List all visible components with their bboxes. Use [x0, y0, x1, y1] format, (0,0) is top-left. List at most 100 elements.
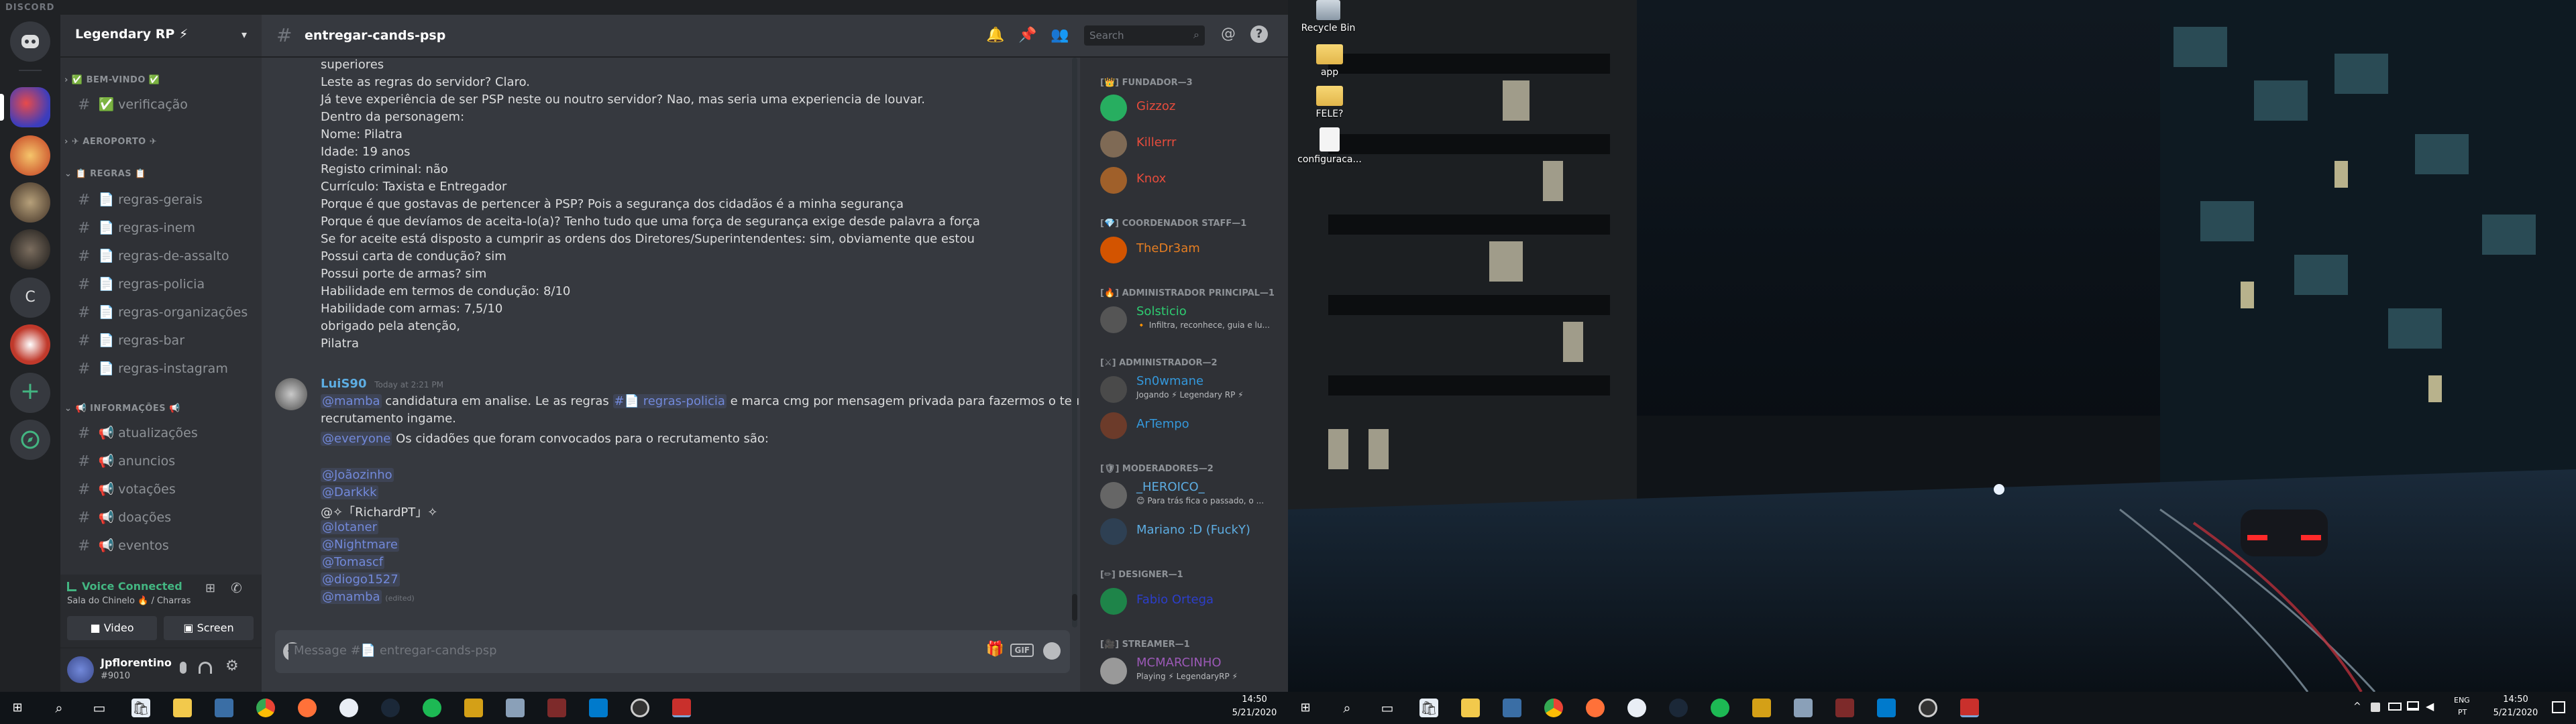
app-icon[interactable] [1752, 699, 1771, 717]
power-icon[interactable] [2388, 703, 2402, 711]
store-icon[interactable]: 🛍 [1419, 699, 1438, 717]
spotify-icon[interactable] [1711, 699, 1729, 717]
language-primary[interactable]: ENG [2454, 696, 2470, 705]
guild-c[interactable]: C [10, 278, 50, 318]
discord-icon[interactable] [1960, 699, 1979, 717]
obs-icon[interactable] [631, 699, 649, 717]
user-mention[interactable]: @mamba [321, 394, 382, 408]
app-folder-icon[interactable]: app [1289, 44, 1370, 78]
clock-time[interactable]: 14:50 [1228, 695, 1281, 705]
explorer-icon[interactable] [1461, 699, 1480, 717]
firefox-icon[interactable] [1586, 699, 1605, 717]
steam-icon[interactable] [1669, 699, 1688, 717]
bell-icon[interactable]: 🔔 [986, 27, 1004, 44]
user-mention[interactable]: @Darkkk [321, 485, 378, 499]
file-icon[interactable]: configuraca... [1289, 127, 1370, 165]
channel-regras-bar[interactable]: # 📄 regras-bar [71, 328, 256, 353]
member-item[interactable]: Solsticio 🔸 Infiltra, reconhece, guia e l… [1100, 303, 1281, 337]
clock-date[interactable]: 5/21/2020 [1228, 708, 1281, 718]
channel-eventos[interactable]: # 📢 eventos [71, 534, 256, 558]
channel-votacoes[interactable]: # 📢 votações [71, 477, 256, 501]
category-regras[interactable]: ⌄ 📋 REGRAS 📋 [64, 169, 146, 179]
guild-4[interactable] [10, 229, 50, 269]
tray-chevron-icon[interactable]: ^ [2353, 701, 2361, 712]
task-view-icon[interactable]: ▭ [90, 699, 109, 717]
guild-legendary-rp[interactable] [10, 87, 50, 127]
member-item[interactable]: Fabio Ortega [1100, 585, 1281, 618]
member-item[interactable]: MCMARCINHO Playing ⚡ LegendaryRP ⚡ [1100, 654, 1281, 688]
app-icon[interactable] [339, 699, 358, 717]
member-item[interactable]: Killerrr [1100, 127, 1281, 161]
everyone-mention[interactable]: @everyone [321, 432, 392, 446]
spotify-icon[interactable] [423, 699, 441, 717]
chevron-down-icon[interactable]: ▾ [241, 28, 247, 41]
vscode-icon[interactable] [1877, 699, 1896, 717]
clock-date[interactable]: 5/21/2020 [2489, 708, 2542, 718]
emoji-icon[interactable] [1043, 642, 1061, 660]
app-icon[interactable] [1835, 699, 1854, 717]
channel-regras-organizacoes[interactable]: # 📄 regras-organizações [71, 300, 256, 324]
avatar[interactable] [67, 656, 94, 683]
user-mention[interactable]: @Nightmare [321, 538, 400, 552]
channel-regras-inem[interactable]: # 📄 regras-inem [71, 216, 256, 240]
guild-6[interactable] [10, 324, 50, 365]
member-item[interactable]: Gizzoz [1100, 91, 1281, 125]
pin-icon[interactable]: 📌 [1018, 27, 1036, 44]
app-icon[interactable] [215, 699, 233, 717]
channel-verificacao[interactable]: # ✅ verificação [71, 93, 256, 117]
search-icon[interactable]: ⌕ [1338, 699, 1356, 717]
app-icon[interactable] [547, 699, 566, 717]
member-item[interactable]: ArTempo [1100, 409, 1281, 442]
voice-location[interactable]: Sala do Chinelo 🔥 / Charras [67, 596, 191, 606]
language-secondary[interactable]: PT [2458, 708, 2467, 717]
user-mention[interactable]: @lotaner [321, 520, 378, 534]
screen-button[interactable]: ▣ Screen [164, 616, 254, 640]
obs-icon[interactable] [1919, 699, 1937, 717]
members-icon[interactable]: 👥 [1051, 27, 1069, 44]
member-item[interactable]: Sn0wmane Jogando ⚡ Legendary RP ⚡ [1100, 373, 1281, 406]
guild-3[interactable] [10, 182, 50, 223]
video-button[interactable]: ■ Video [67, 616, 157, 640]
app-icon[interactable] [1794, 699, 1813, 717]
mention-icon[interactable]: @ [1221, 25, 1236, 42]
home-button[interactable] [10, 21, 50, 62]
explore-servers-button[interactable] [10, 420, 50, 460]
channel-regras-gerais[interactable]: # 📄 regras-gerais [71, 188, 256, 212]
task-view-icon[interactable]: ▭ [1378, 699, 1397, 717]
user-mention[interactable]: @Joãozinho [321, 468, 394, 482]
channel-mention[interactable]: #📄 regras-policia [612, 394, 727, 408]
user-mention[interactable]: @Tomascf [321, 555, 385, 569]
app-icon[interactable] [1503, 699, 1521, 717]
folder-icon[interactable]: FELE? [1289, 86, 1370, 119]
channel-regras-instagram[interactable]: # 📄 regras-instagram [71, 357, 256, 381]
voice-settings-icon[interactable]: ⊞ [205, 581, 215, 595]
app-icon[interactable] [506, 699, 525, 717]
gear-icon[interactable]: ⚙ [225, 658, 239, 674]
vscode-icon[interactable] [589, 699, 608, 717]
microphone-icon[interactable] [180, 662, 186, 674]
user-mention[interactable]: @✧「RichardPT」✧ [321, 503, 437, 520]
steam-icon[interactable] [381, 699, 400, 717]
volume-icon[interactable]: ◀ [2426, 700, 2434, 713]
channel-atualizacoes[interactable]: # 📢 atualizações [71, 421, 256, 445]
user-mention[interactable]: @mamba (edited) [321, 590, 415, 604]
network-icon[interactable] [2407, 701, 2419, 711]
add-server-button[interactable]: + [10, 373, 50, 413]
channel-doacoes[interactable]: # 📢 doações [71, 505, 256, 530]
tray-app-icon[interactable] [2371, 703, 2380, 712]
gif-icon[interactable]: GIF [1010, 644, 1034, 657]
avatar[interactable] [275, 378, 307, 410]
member-item[interactable]: _HEROICO_ 😊 Para trás fica o passado, o .… [1100, 479, 1281, 512]
explorer-icon[interactable] [173, 699, 192, 717]
recycle-bin-icon[interactable]: Recycle Bin [1288, 0, 1368, 34]
channel-regras-de-assalto[interactable]: # 📄 regras-de-assalto [71, 244, 256, 268]
member-item[interactable]: Knox [1100, 164, 1281, 197]
firefox-icon[interactable] [298, 699, 317, 717]
disconnect-icon[interactable]: ✆ [231, 580, 242, 596]
chrome-icon[interactable] [1544, 699, 1563, 717]
server-header[interactable]: Legendary RP ⚡ ▾ [60, 15, 262, 58]
member-item[interactable]: Mariano :D (FuckY) [1100, 515, 1281, 548]
store-icon[interactable]: 🛍 [131, 699, 150, 717]
channel-regras-policia[interactable]: # 📄 regras-policia [71, 272, 256, 296]
category-bem-vindo[interactable]: › ✅ BEM-VINDO ✅ [64, 75, 160, 85]
